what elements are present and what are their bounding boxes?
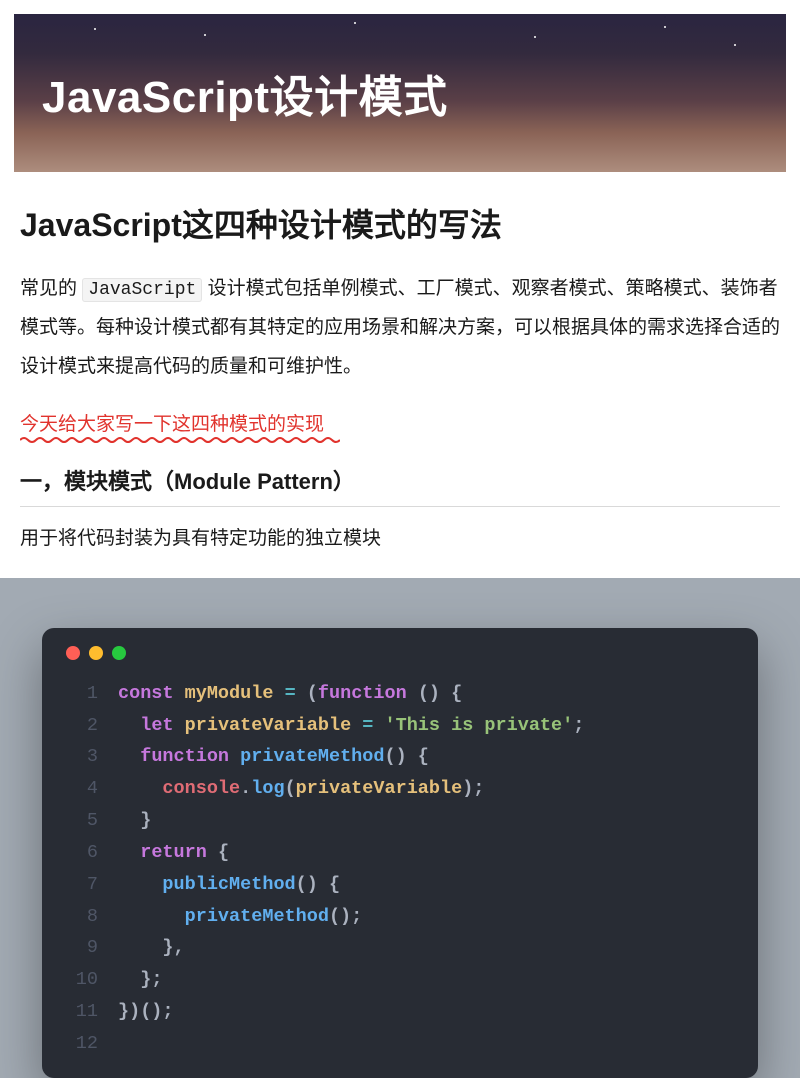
code-line: 5 } [64,805,736,837]
line-number: 11 [64,996,98,1028]
line-number: 9 [64,932,98,964]
section-desc: 用于将代码封装为具有特定功能的独立模块 [20,523,780,550]
article-body: JavaScript这四种设计模式的写法 常见的 JavaScript 设计模式… [0,172,800,550]
maximize-icon [112,646,126,660]
code-line: 2 let privateVariable = 'This is private… [64,710,736,742]
close-icon [66,646,80,660]
line-number: 1 [64,678,98,710]
code-block-container: 1const myModule = (function () {2 let pr… [0,578,800,1078]
code-line: 3 function privateMethod() { [64,741,736,773]
inline-code: JavaScript [82,278,202,302]
line-content: function privateMethod() { [118,741,429,773]
code-line: 9 }, [64,932,736,964]
highlight-label: 今天给大家写一下这四种模式的实现 [20,414,324,435]
code-line: 8 privateMethod(); [64,901,736,933]
intro-text-pre: 常见的 [20,278,82,299]
section-heading: 一，模块模式（Module Pattern） [20,464,780,507]
code-window: 1const myModule = (function () {2 let pr… [42,628,758,1078]
line-content: }; [118,964,162,996]
line-content: } [118,805,151,837]
line-number: 10 [64,964,98,996]
line-number: 4 [64,773,98,805]
window-controls [66,646,736,660]
squiggle-underline-icon [20,436,340,444]
hero-banner: JavaScript设计模式 [14,14,786,172]
line-content: const myModule = (function () { [118,678,462,710]
line-number: 8 [64,901,98,933]
intro-paragraph: 常见的 JavaScript 设计模式包括单例模式、工厂模式、观察者模式、策略模… [20,270,780,387]
code-line: 12 [64,1028,736,1060]
line-number: 6 [64,837,98,869]
line-number: 2 [64,710,98,742]
line-number: 7 [64,869,98,901]
line-number: 3 [64,741,98,773]
line-number: 12 [64,1028,98,1060]
line-content: }, [118,932,185,964]
highlight-text: 今天给大家写一下这四种模式的实现 [20,409,324,438]
line-content: console.log(privateVariable); [118,773,484,805]
code-content: 1const myModule = (function () {2 let pr… [64,678,736,1060]
hero-title: JavaScript设计模式 [42,61,448,125]
line-content: })(); [118,996,174,1028]
code-line: 10 }; [64,964,736,996]
line-content: let privateVariable = 'This is private'; [118,710,584,742]
minimize-icon [89,646,103,660]
line-content: publicMethod() { [118,869,340,901]
line-content: return { [118,837,229,869]
line-number: 5 [64,805,98,837]
code-line: 4 console.log(privateVariable); [64,773,736,805]
code-line: 7 publicMethod() { [64,869,736,901]
code-line: 1 const myModule = (function () { [64,678,736,710]
code-line: 11 })(); [64,996,736,1028]
line-content: privateMethod(); [118,901,362,933]
code-line: 6 return { [64,837,736,869]
article-title: JavaScript这四种设计模式的写法 [20,200,780,246]
